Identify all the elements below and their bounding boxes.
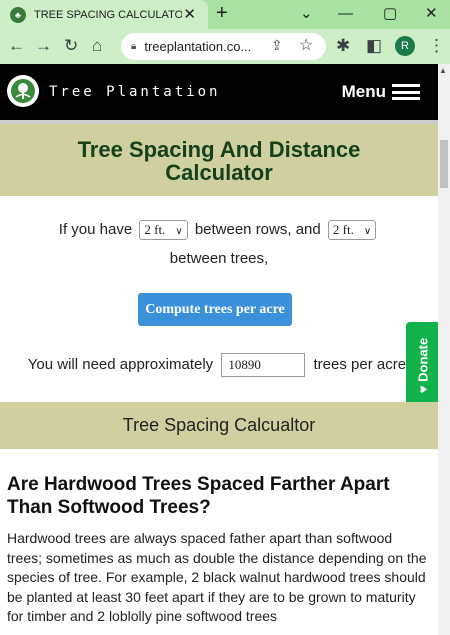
tab-title: TREE SPACING CALCULATOR | <box>34 8 182 21</box>
section-band: Tree Spacing Calcualtor <box>0 402 438 449</box>
need-text: You will need approximately <box>27 355 214 373</box>
hamburger-icon <box>392 84 420 100</box>
minimize-icon[interactable]: — <box>338 0 353 29</box>
article-body: Hardwood trees are always spaced father … <box>7 530 427 625</box>
between-trees-text: between trees, <box>169 250 269 267</box>
page-title-line2: Calculator <box>165 160 273 185</box>
extensions-icon[interactable]: ✱ <box>336 35 350 57</box>
url-text: treeplantation.co... <box>144 39 252 54</box>
bookmark-star-icon[interactable]: ☆ <box>299 35 313 55</box>
scrollbar-thumb[interactable] <box>440 140 448 188</box>
back-icon[interactable]: ← <box>8 35 25 57</box>
row-spacing-value: 2 ft. <box>144 222 166 237</box>
heart-icon: ♥ <box>415 385 431 394</box>
browser-tab[interactable]: ♣ TREE SPACING CALCULATOR | ✕ <box>0 0 208 29</box>
menu-button[interactable]: Menu <box>342 82 420 102</box>
intro-text: If you have <box>58 220 133 238</box>
tree-spacing-value: 2 ft. <box>332 222 354 237</box>
new-tab-icon[interactable]: + <box>216 2 228 25</box>
tab-search-icon[interactable]: ⌄ <box>300 0 313 29</box>
window-close-icon[interactable]: ✕ <box>425 0 438 29</box>
chevron-down-icon: ∨ <box>175 226 183 237</box>
chevron-down-icon: ∨ <box>363 226 372 237</box>
calc-result-row: You will need approximately 10890 trees … <box>0 353 438 377</box>
reload-icon[interactable]: ↻ <box>64 35 78 57</box>
lock-icon: 🔒︎ <box>131 41 137 52</box>
page-title: Tree Spacing And Distance Calculator <box>0 124 438 184</box>
scroll-up-arrow-icon[interactable]: ▲ <box>439 66 447 75</box>
tree-favicon-icon: ♣ <box>10 6 26 23</box>
site-logo[interactable] <box>7 75 39 107</box>
tree-logo-icon <box>11 79 35 103</box>
maximize-icon[interactable]: ▢ <box>383 0 397 29</box>
share-icon[interactable]: ⇪ <box>271 37 283 54</box>
donate-button[interactable]: ♥ Donate <box>406 322 438 408</box>
home-icon[interactable]: ⌂ <box>92 35 102 57</box>
between-rows-text: between rows, and <box>194 220 321 238</box>
side-panel-icon[interactable]: ◧ <box>366 35 382 57</box>
row-spacing-select[interactable]: 2 ft. ∨ <box>139 220 188 240</box>
brand-name[interactable]: Tree Plantation <box>49 84 220 100</box>
per-acre-text: trees per acre. <box>313 355 411 373</box>
result-field[interactable]: 10890 <box>221 353 306 377</box>
donate-label: ♥ Donate <box>416 327 431 405</box>
article-heading: Are Hardwood Trees Spaced Farther Apart … <box>7 474 390 518</box>
tab-close-icon[interactable]: ✕ <box>183 5 196 23</box>
tree-spacing-select[interactable]: 2 ft. ∨ <box>327 220 377 240</box>
browser-toolbar: ← → ↻ ⌂ 🔒︎ treeplantation.co... ⇪ ☆ ✱ ◧ … <box>0 29 450 64</box>
site-header: Tree Plantation Menu <box>0 64 438 120</box>
compute-button[interactable]: Compute trees per acre <box>138 293 292 326</box>
tab-strip: ♣ TREE SPACING CALCULATOR | ✕ + ⌄ — ▢ ✕ <box>0 0 450 29</box>
page-scrollbar[interactable]: ▲ <box>438 64 450 635</box>
kebab-menu-icon[interactable]: ⋮ <box>428 35 445 57</box>
page-title-line1: Tree Spacing And Distance <box>77 137 361 162</box>
menu-label: Menu <box>341 82 386 101</box>
profile-avatar[interactable]: R <box>395 36 415 56</box>
address-bar[interactable]: 🔒︎ treeplantation.co... ⇪ ☆ <box>121 33 326 60</box>
forward-icon[interactable]: → <box>35 35 52 57</box>
calc-row-spacing: If you have 2 ft. ∨ between rows, and 2 f… <box>0 220 438 240</box>
donate-text: Donate <box>415 337 431 382</box>
hero-banner: Tree Spacing And Distance Calculator <box>0 124 438 196</box>
